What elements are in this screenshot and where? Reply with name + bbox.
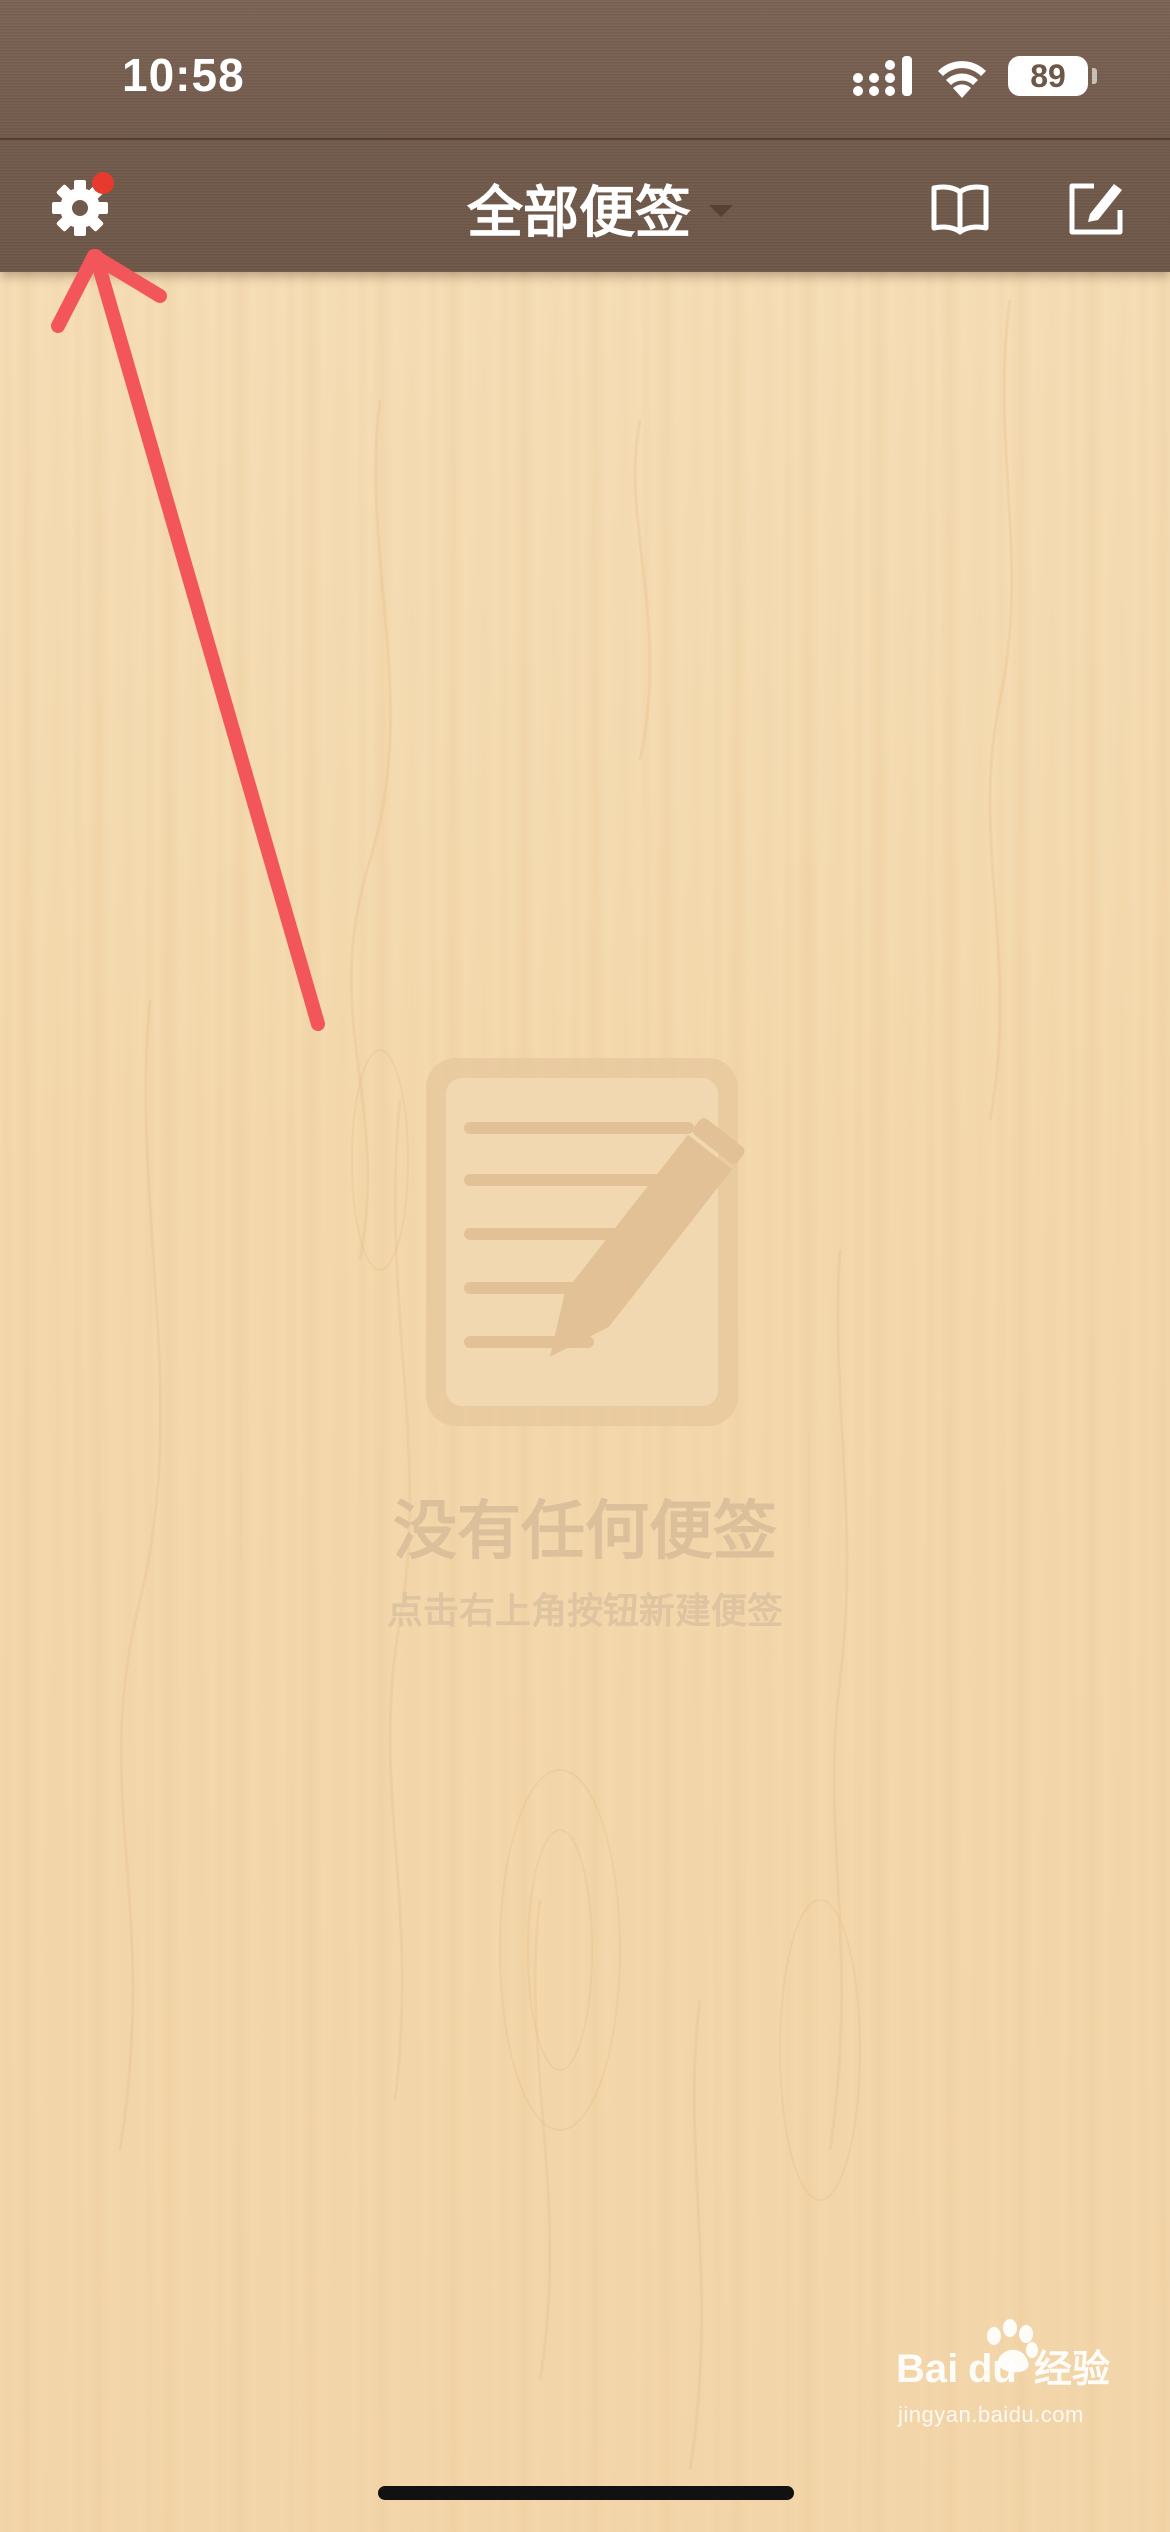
note-pencil-icon xyxy=(426,1058,745,1426)
book-icon[interactable] xyxy=(928,176,992,240)
svg-text:du: du xyxy=(968,2347,1017,2391)
status-time: 10:58 xyxy=(122,49,245,101)
wifi-icon xyxy=(938,61,986,98)
svg-text:Bai: Bai xyxy=(896,2347,958,2391)
empty-state-subtitle: 点击右上角按钮新建便签 xyxy=(386,1591,783,1632)
compose-icon[interactable] xyxy=(1064,176,1128,240)
title-dropdown[interactable]: 全部便签 xyxy=(440,168,760,248)
page-title: 全部便签 xyxy=(467,180,691,246)
svg-text:经验: 经验 xyxy=(1034,2347,1110,2391)
battery-indicator: 89 xyxy=(1008,56,1088,96)
chevron-down-icon xyxy=(709,205,733,217)
baidu-watermark-logo: Bai du 经验 xyxy=(896,2319,1110,2391)
signal-bars-icon xyxy=(853,56,912,96)
battery-cap xyxy=(1092,68,1097,84)
watermark-url: jingyan.baidu.com xyxy=(898,2402,1084,2427)
status-bar-divider xyxy=(0,138,1170,140)
empty-state-title: 没有任何便签 xyxy=(393,1495,777,1569)
notification-dot xyxy=(92,172,114,194)
home-indicator[interactable] xyxy=(378,2486,794,2500)
